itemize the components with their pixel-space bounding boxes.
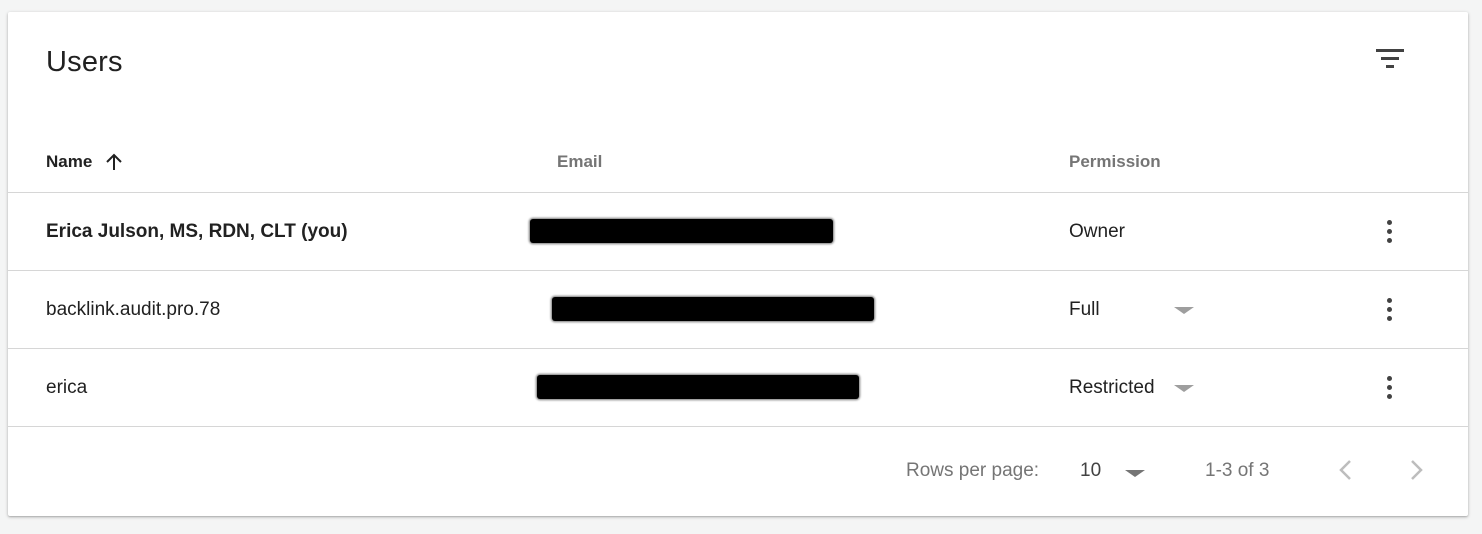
arrow-up-icon <box>106 153 123 170</box>
row-more-button[interactable] <box>1374 290 1404 328</box>
table-row: Erica Julson, MS, RDN, CLT (you) Owner <box>8 193 1468 270</box>
filter-button[interactable] <box>1370 40 1410 80</box>
permission-select[interactable]: Full <box>1069 271 1100 348</box>
permission-value: Restricted <box>1069 376 1155 398</box>
column-header-name-label: Name <box>46 152 93 171</box>
table-row: backlink.audit.pro.78 Full <box>8 271 1468 348</box>
row-divider <box>8 426 1468 427</box>
card-title: Users <box>46 46 123 78</box>
chevron-down-icon[interactable] <box>1174 385 1194 392</box>
redacted-email <box>530 219 833 243</box>
redacted-email <box>552 297 874 321</box>
chevron-down-icon[interactable] <box>1174 307 1194 314</box>
table-row: erica Restricted <box>8 349 1468 426</box>
permission-select[interactable]: Restricted <box>1069 349 1155 426</box>
permission-value: Owner <box>1069 220 1125 242</box>
filter-list-icon <box>1376 49 1404 68</box>
rows-per-page-label: Rows per page: <box>906 460 1040 481</box>
user-name: Erica Julson, MS, RDN, CLT (you) <box>46 220 348 242</box>
row-more-button[interactable] <box>1374 368 1404 406</box>
page-range: 1-3 of 3 <box>1205 460 1270 481</box>
row-more-button[interactable] <box>1374 212 1404 250</box>
chevron-left-icon <box>1339 460 1351 480</box>
permission-value: Full <box>1069 298 1100 320</box>
chevron-right-icon <box>1411 460 1423 480</box>
column-header-permission[interactable]: Permission <box>1069 152 1161 172</box>
pagination-footer: Rows per page: 10 1-3 of 3 <box>8 432 1468 510</box>
redacted-email <box>537 375 859 399</box>
column-header-name[interactable]: Name <box>46 152 124 172</box>
column-header-email[interactable]: Email <box>557 152 602 172</box>
next-page-button[interactable] <box>1401 454 1431 486</box>
rows-per-page-select[interactable]: 10 <box>1080 460 1101 482</box>
previous-page-button[interactable] <box>1331 454 1361 486</box>
chevron-down-icon[interactable] <box>1125 470 1145 477</box>
user-name: erica <box>46 376 88 398</box>
users-card: Users Name Email Permission Erica Julson… <box>8 12 1468 516</box>
user-name: backlink.audit.pro.78 <box>46 298 221 320</box>
